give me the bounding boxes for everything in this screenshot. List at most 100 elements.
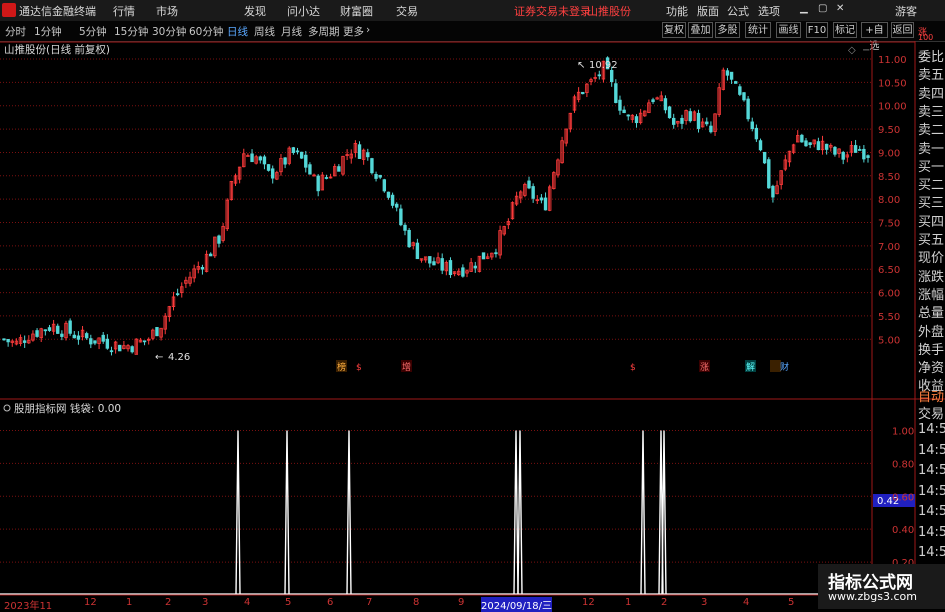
- high-price-annotation: 10.92: [589, 60, 618, 71]
- collapse-icon[interactable]: −: [862, 45, 870, 56]
- menu-item-ask[interactable]: 问小达: [287, 3, 320, 19]
- period-monthly[interactable]: 月线: [281, 24, 302, 39]
- draw-line-button[interactable]: 画线: [776, 22, 801, 38]
- close-icon[interactable]: ✕: [836, 3, 844, 14]
- candle-body: [118, 344, 122, 352]
- x-axis-label: 6: [327, 597, 334, 608]
- period-intraday[interactable]: 分时: [5, 24, 26, 39]
- indicator-spike: [513, 430, 519, 595]
- indicator-toggle-icon[interactable]: [3, 404, 11, 412]
- candle-body: [250, 153, 254, 163]
- candle-body: [357, 144, 362, 159]
- menu-item-function[interactable]: 功能: [666, 3, 688, 19]
- chart-area[interactable]: 4.26 ← 10.92 ↖ 榜 $ 增 $ 涨 解 财 ◇ − 山推股份(日线…: [0, 41, 945, 609]
- x-axis-label: 3: [202, 597, 209, 608]
- candle-body: [853, 145, 858, 153]
- settings-icon[interactable]: ◇: [848, 45, 856, 56]
- menu-item-layout[interactable]: 版面: [697, 3, 719, 19]
- guest-user[interactable]: 游客: [895, 3, 917, 19]
- candle-body: [862, 148, 866, 160]
- price-tick-label: 9.50: [878, 125, 900, 136]
- indicator-spike: [517, 430, 523, 595]
- candle-body: [6, 338, 10, 343]
- event-marker[interactable]: 增: [402, 361, 411, 373]
- candle-body: [651, 99, 655, 103]
- candle-body: [72, 334, 76, 339]
- x-axis-label: 12: [84, 597, 97, 608]
- candle-body: [109, 350, 114, 353]
- period-daily[interactable]: 日线: [227, 24, 248, 39]
- candle-body: [175, 293, 180, 296]
- candle-body: [304, 154, 308, 168]
- candle-body: [804, 140, 808, 147]
- multi-stock-button[interactable]: 多股: [715, 22, 740, 38]
- quote-field-label: 净资: [918, 361, 945, 377]
- quote-field-label: 卖三: [918, 104, 945, 120]
- event-marker[interactable]: 涨: [700, 362, 709, 373]
- app-title: 通达信金融终端: [19, 5, 96, 18]
- quote-field-label: 卖一: [918, 141, 945, 157]
- menu-item-quotes[interactable]: 行情: [113, 3, 135, 19]
- quote-field-label: 买五: [918, 233, 945, 248]
- chevron-right-icon[interactable]: ›: [366, 24, 370, 36]
- candle-body: [581, 91, 585, 95]
- candle-body: [378, 174, 382, 178]
- candle-body: [43, 329, 48, 332]
- candle-body: [316, 175, 320, 192]
- period-15min[interactable]: 15分钟: [114, 24, 148, 39]
- indicator-spike: [235, 430, 241, 595]
- period-1min[interactable]: 1分钟: [34, 24, 62, 39]
- price-tick-label: 5.00: [878, 335, 900, 346]
- event-marker[interactable]: 财: [780, 361, 789, 373]
- event-marker[interactable]: $: [630, 363, 636, 373]
- period-30min[interactable]: 30分钟: [152, 24, 186, 39]
- menu-item-options[interactable]: 选项: [758, 3, 780, 19]
- candle-body: [155, 327, 159, 337]
- quote-field-label: 卖四: [918, 86, 945, 102]
- candle-body: [432, 261, 436, 266]
- candle-body: [246, 155, 250, 157]
- back-button[interactable]: 返回: [891, 22, 914, 38]
- candle-body: [390, 194, 395, 206]
- overlay-button[interactable]: 叠加: [688, 22, 713, 38]
- event-marker[interactable]: 解: [746, 361, 755, 373]
- candle-body: [762, 151, 767, 164]
- candle-body: [709, 125, 713, 133]
- menu-item-market[interactable]: 市场: [156, 3, 178, 19]
- menu-item-discover[interactable]: 发现: [244, 3, 266, 19]
- candle-body: [494, 252, 498, 255]
- price-tick-label: 8.50: [878, 172, 900, 183]
- candle-body: [609, 70, 614, 83]
- menu-item-trade[interactable]: 交易: [396, 3, 418, 19]
- period-weekly[interactable]: 周线: [254, 24, 275, 39]
- mark-button[interactable]: 标记: [833, 22, 857, 38]
- period-60min[interactable]: 60分钟: [189, 24, 223, 39]
- candle-body: [266, 164, 271, 171]
- candle-body: [634, 116, 639, 124]
- menu-item-formula[interactable]: 公式: [727, 3, 749, 19]
- menu-item-wealth[interactable]: 财富圈: [340, 3, 373, 19]
- stats-button[interactable]: 统计: [745, 22, 771, 38]
- event-marker[interactable]: 榜: [337, 361, 346, 373]
- app-logo-icon: [2, 3, 16, 17]
- login-status[interactable]: 证券交易未登录: [514, 3, 591, 19]
- event-marker[interactable]: $: [356, 363, 362, 373]
- minimize-icon[interactable]: ▁: [800, 3, 808, 14]
- period-more[interactable]: 更多: [343, 24, 364, 39]
- candle-body: [543, 197, 548, 211]
- trade-time: 14:56: [918, 463, 945, 478]
- indicator-tick-label: 0.80: [892, 459, 914, 470]
- period-5min[interactable]: 5分钟: [79, 24, 107, 39]
- quote-field-label: 总量: [918, 306, 945, 322]
- candle-body: [22, 340, 27, 343]
- x-axis-label: 2023年11: [4, 601, 53, 612]
- period-multi[interactable]: 多周期: [308, 24, 340, 39]
- restore-icon[interactable]: ▢: [818, 3, 827, 14]
- adjust-button[interactable]: 复权: [662, 22, 686, 38]
- candle-body: [415, 242, 420, 260]
- f10-button[interactable]: F10: [806, 22, 828, 38]
- add-favorite-button[interactable]: +自选: [861, 22, 888, 52]
- candle-body: [858, 149, 862, 151]
- auto-trade-label-2[interactable]: 交易: [918, 403, 944, 422]
- candle-body: [217, 235, 221, 244]
